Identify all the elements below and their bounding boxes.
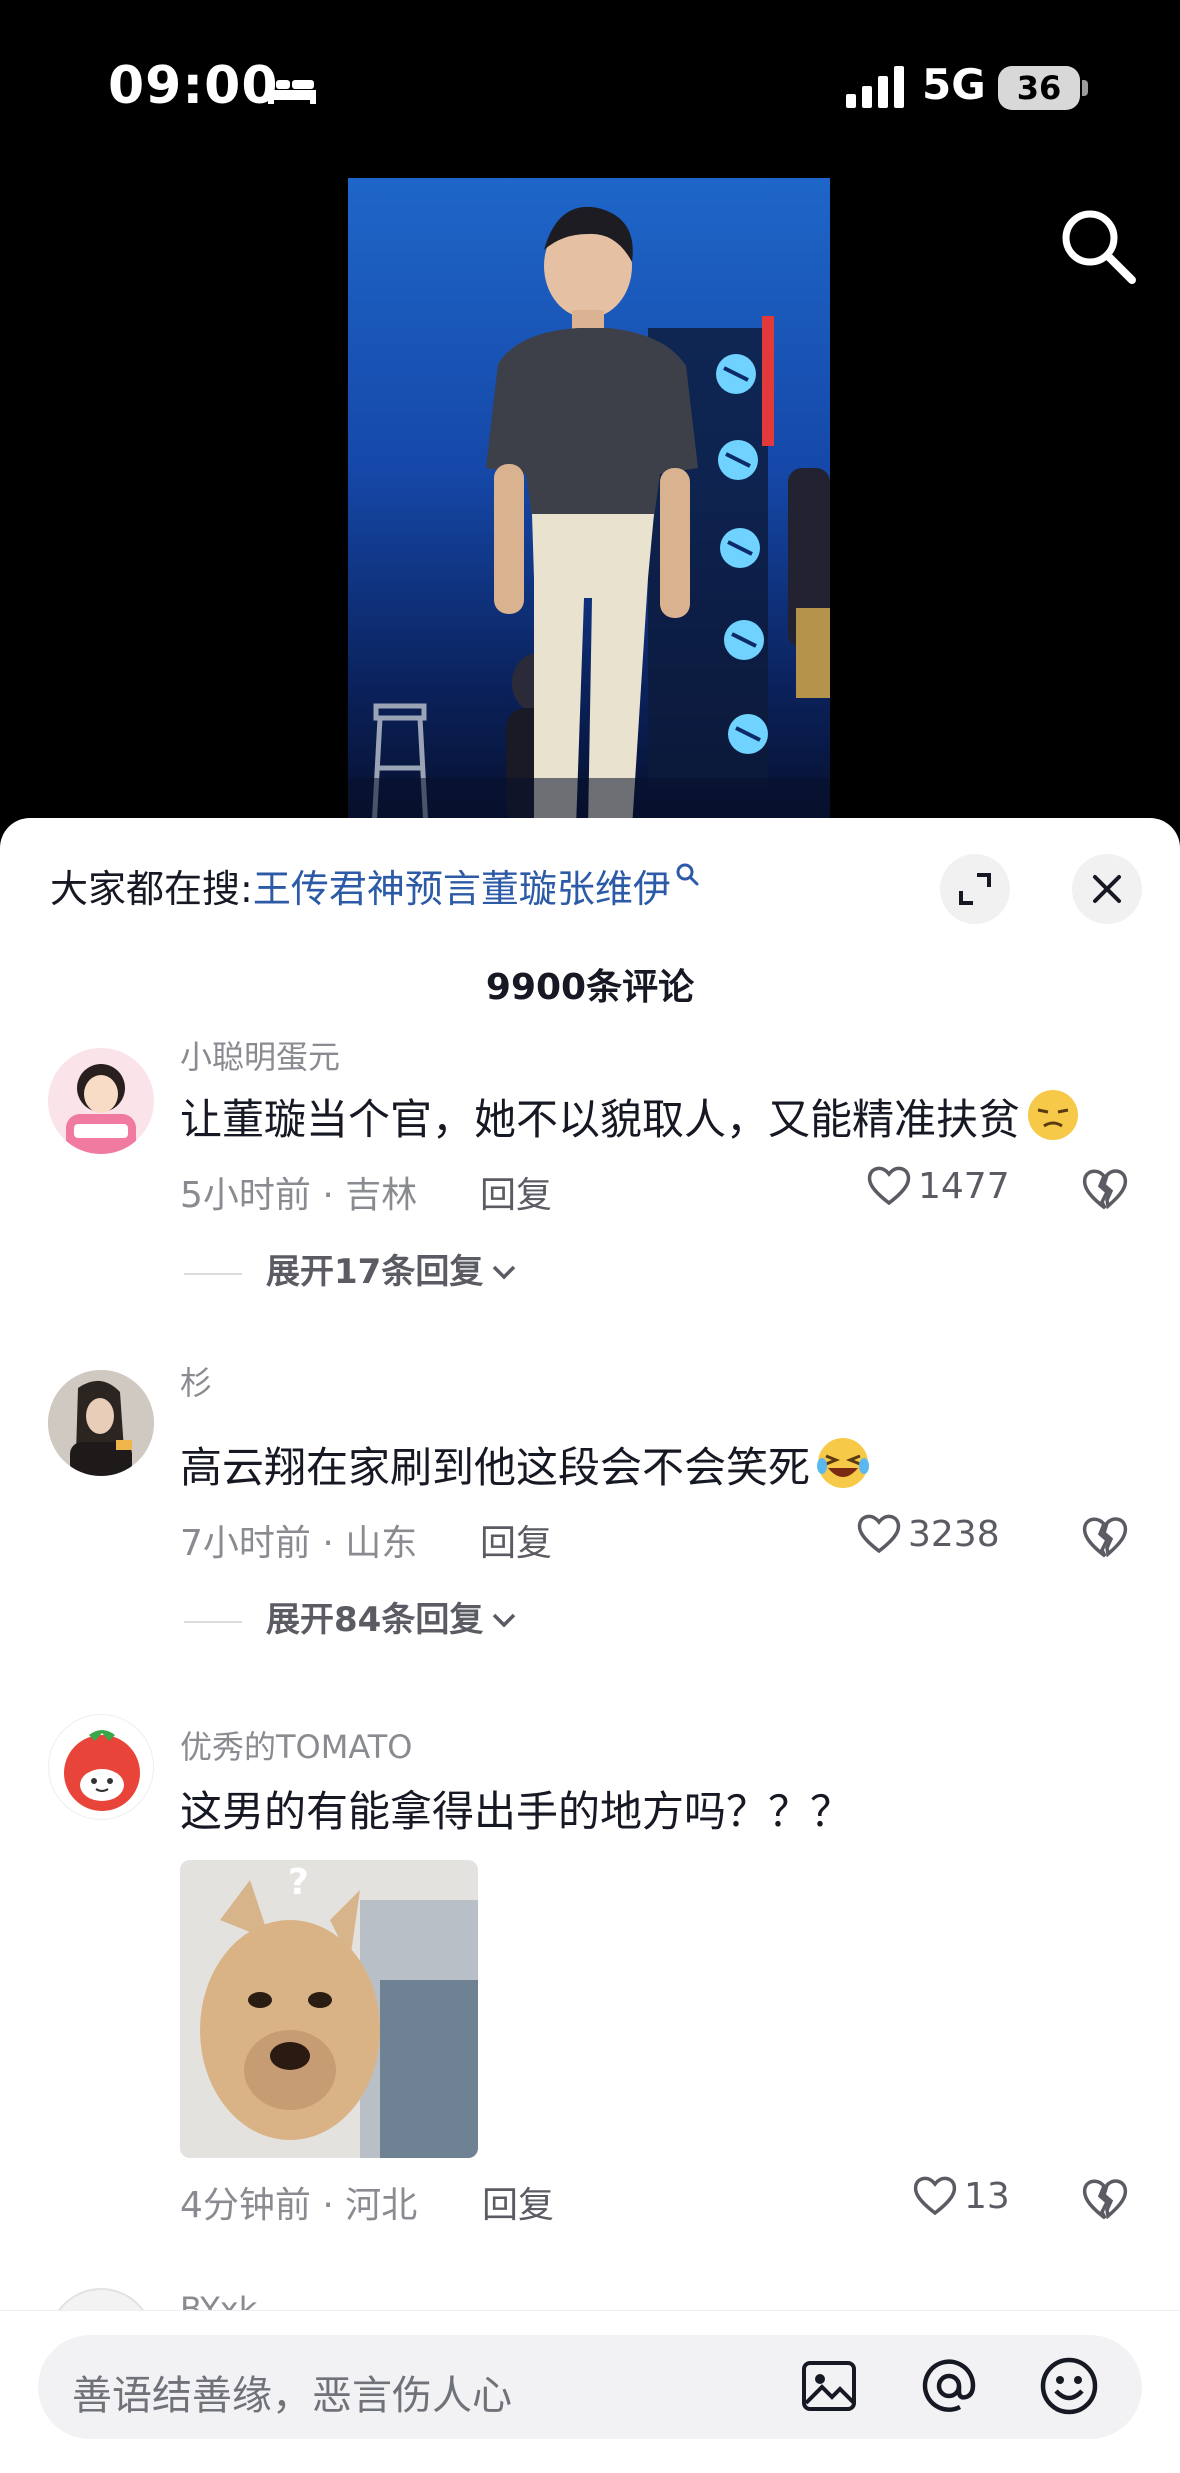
reply-button[interactable]: 回复 bbox=[480, 1166, 552, 1218]
like-count: 3238 bbox=[908, 1514, 1000, 1555]
suggestion-keyword[interactable]: 王传君神预言董璇张维伊 bbox=[253, 867, 671, 911]
video-frame bbox=[348, 206, 830, 828]
emoji-icon[interactable] bbox=[1038, 2355, 1100, 2417]
at-icon[interactable] bbox=[918, 2355, 980, 2417]
avatar[interactable] bbox=[48, 1048, 154, 1154]
status-bar: 09:00 5G 36 bbox=[0, 0, 1180, 180]
comment-text-content: 让董璇当个官，她不以貌取人，又能精准扶贫 bbox=[180, 1095, 1021, 1144]
avatar-image bbox=[64, 1730, 140, 1811]
comment-image[interactable]: ? bbox=[180, 1860, 478, 2158]
comment-username[interactable]: 小聪明蛋元 bbox=[180, 1032, 340, 1078]
like-count: 1477 bbox=[918, 1166, 1010, 1207]
question-mark-sticker: ? bbox=[288, 1862, 309, 1903]
signal-icon bbox=[846, 66, 904, 108]
suggestion-prefix: 大家都在搜: bbox=[50, 867, 253, 911]
comment-text: 这男的有能拿得出手的地方吗？？？ bbox=[180, 1778, 852, 1839]
close-icon bbox=[1093, 875, 1121, 903]
reply-button[interactable]: 回复 bbox=[480, 1514, 552, 1566]
avatar[interactable] bbox=[48, 1370, 154, 1476]
search-icon[interactable] bbox=[1056, 204, 1140, 288]
annoyed-emoji-icon bbox=[1028, 1090, 1079, 1140]
broken-heart-icon[interactable] bbox=[1080, 2176, 1130, 2222]
like-button[interactable]: 1477 bbox=[866, 1164, 1010, 1207]
comment-text: 让董璇当个官，她不以貌取人，又能精准扶贫 bbox=[180, 1086, 1080, 1147]
network-type: 5G bbox=[922, 60, 986, 109]
comment-input[interactable]: 善语结善缘，恶言伤人心 bbox=[38, 2335, 1142, 2439]
avatar-image bbox=[48, 1370, 154, 1476]
comment-time-location: 5小时前 · 吉林 bbox=[180, 1175, 418, 1216]
reply-button[interactable]: 回复 bbox=[482, 2176, 554, 2228]
chevron-down-icon bbox=[493, 1613, 516, 1628]
close-button[interactable] bbox=[1072, 854, 1142, 924]
expand-replies-label: 展开84条回复 bbox=[266, 1600, 484, 1640]
chevron-down-icon bbox=[493, 1265, 516, 1280]
expand-replies[interactable]: 展开17条回复 bbox=[184, 1244, 517, 1293]
comment-text: 高云翔在家刷到他这段会不会笑死 bbox=[180, 1434, 870, 1495]
search-icon bbox=[676, 863, 699, 886]
comment-username[interactable]: 优秀的TOMATO bbox=[180, 1722, 413, 1768]
avatar-image bbox=[66, 1064, 136, 1154]
broken-heart-icon[interactable] bbox=[1080, 1514, 1130, 1560]
heart-icon bbox=[867, 1166, 911, 1206]
expand-icon bbox=[959, 873, 991, 905]
divider bbox=[184, 1272, 242, 1275]
broken-heart-icon[interactable] bbox=[1080, 1166, 1130, 1212]
expand-replies[interactable]: 展开84条回复 bbox=[184, 1592, 517, 1641]
comment-text-content: 这男的有能拿得出手的地方吗？？？ bbox=[180, 1787, 853, 1836]
like-button[interactable]: 13 bbox=[912, 2174, 1010, 2217]
expand-button[interactable] bbox=[940, 854, 1010, 924]
status-time: 09:00 bbox=[108, 56, 279, 116]
battery-tip bbox=[1082, 80, 1088, 96]
image-icon[interactable] bbox=[798, 2355, 860, 2417]
like-button[interactable]: 3238 bbox=[856, 1512, 1000, 1555]
comment-time-location: 4分钟前 · 河北 bbox=[180, 2185, 418, 2226]
comment-text-content: 高云翔在家刷到他这段会不会笑死 bbox=[180, 1443, 811, 1492]
laughing-emoji-icon bbox=[817, 1438, 870, 1488]
avatar[interactable] bbox=[48, 1714, 154, 1820]
comment-username[interactable]: 杉 bbox=[180, 1358, 212, 1404]
comment-input-placeholder: 善语结善缘，恶言伤人心 bbox=[72, 2373, 512, 2419]
search-suggestion[interactable]: 大家都在搜:王传君神预言董璇张维伊 bbox=[50, 858, 699, 913]
comment-time-location: 7小时前 · 山东 bbox=[180, 1523, 418, 1564]
confused-dog-image bbox=[180, 1860, 478, 2158]
comment-sheet: 大家都在搜:王传君神预言董璇张维伊 9900条评论 小聪明蛋元 让董璇当个官，她… bbox=[0, 818, 1180, 2473]
expand-replies-label: 展开17条回复 bbox=[266, 1252, 484, 1292]
divider bbox=[184, 1620, 242, 1623]
heart-icon bbox=[857, 1514, 901, 1554]
like-count: 13 bbox=[964, 2176, 1010, 2217]
battery-indicator: 36 bbox=[998, 66, 1080, 110]
video-player[interactable] bbox=[348, 178, 830, 828]
bed-icon bbox=[268, 76, 316, 104]
comment-input-bar: 善语结善缘，恶言伤人心 bbox=[0, 2310, 1180, 2473]
comment-count: 9900条评论 bbox=[485, 967, 695, 1008]
heart-icon bbox=[913, 2176, 957, 2216]
